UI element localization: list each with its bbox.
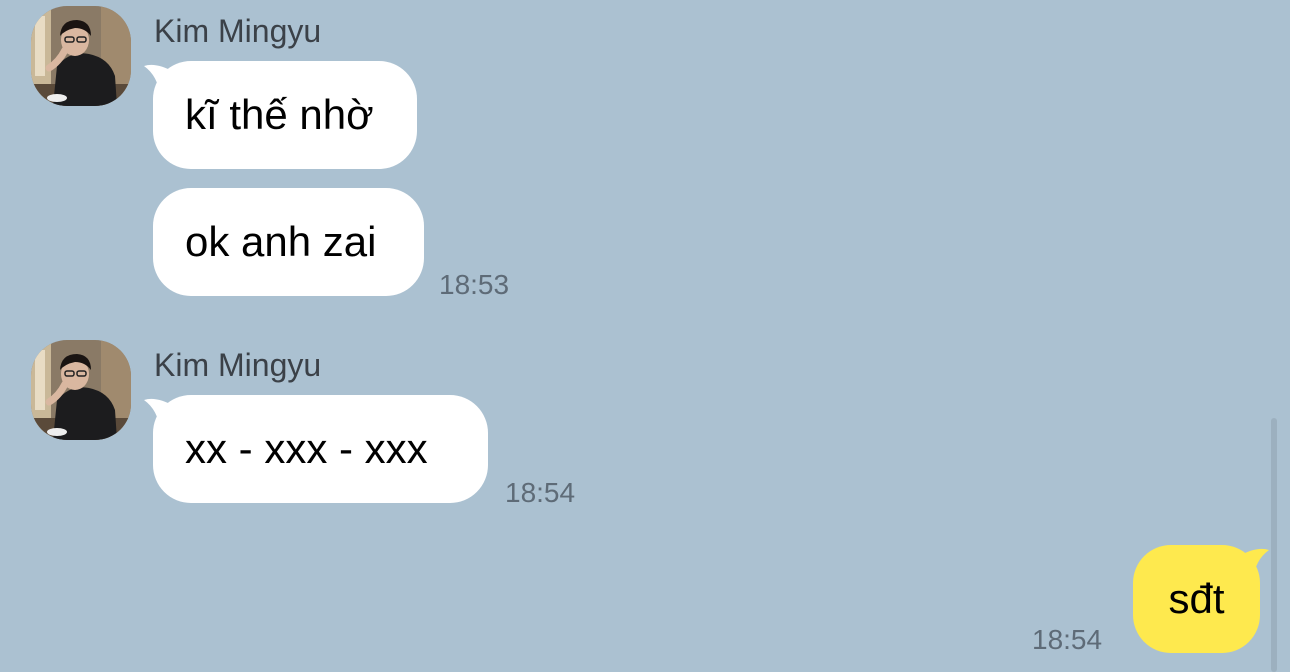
bubble-tail	[1239, 548, 1269, 580]
message-timestamp: 18:54	[505, 477, 576, 508]
scrollbar[interactable]	[1271, 418, 1277, 672]
sender-name: Kim Mingyu	[154, 347, 322, 383]
sender-name: Kim Mingyu	[154, 13, 322, 49]
message-timestamp: 18:54	[1032, 624, 1103, 655]
message-timestamp: 18:53	[439, 269, 510, 300]
profile-photo-icon	[31, 340, 131, 440]
sender-avatar[interactable]	[31, 340, 131, 440]
sender-avatar[interactable]	[31, 6, 131, 106]
message-bubble[interactable]: kĩ thế nhờ	[153, 61, 417, 169]
profile-photo-icon	[31, 6, 131, 106]
message-bubble[interactable]: ok anh zai	[153, 188, 424, 296]
message-bubble[interactable]: xx - xxx - xxx	[153, 395, 488, 503]
